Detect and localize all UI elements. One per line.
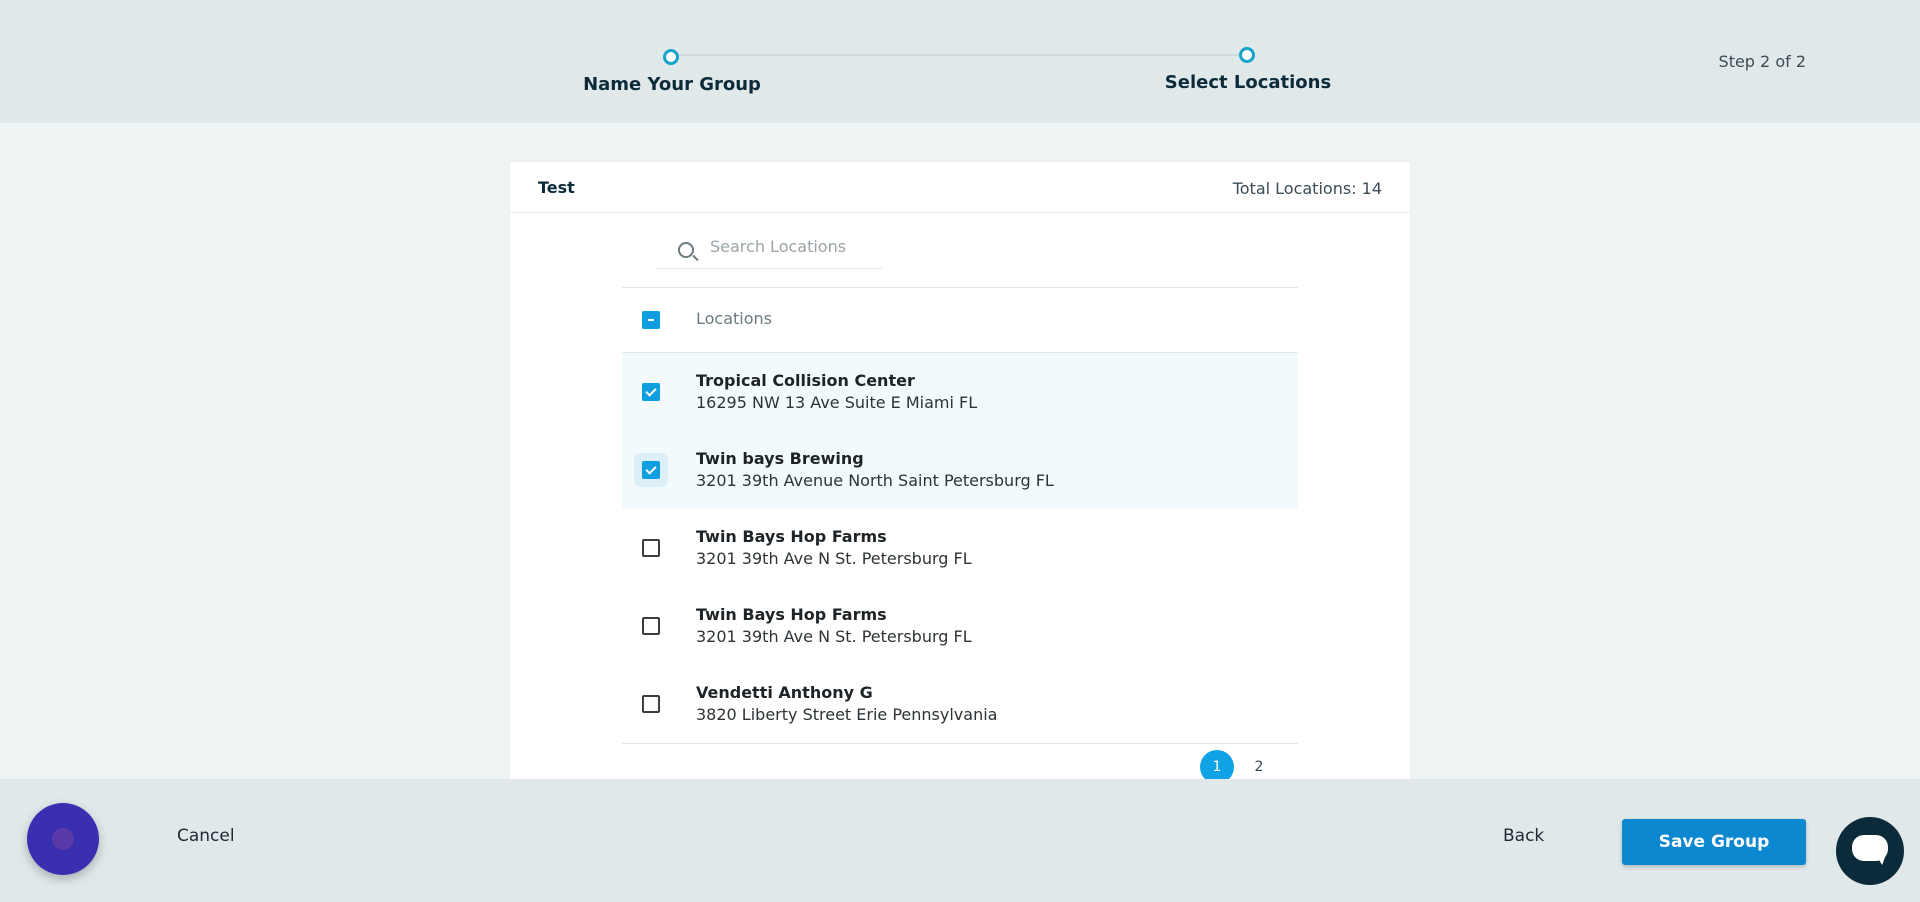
- row-checkbox[interactable]: [642, 383, 660, 401]
- group-name: Test: [538, 178, 575, 197]
- card-header: Test Total Locations: 14: [510, 162, 1410, 213]
- location-address: 3820 Liberty Street Erie Pennsylvania: [696, 705, 998, 724]
- table-row[interactable]: Twin bays Brewing 3201 39th Avenue North…: [622, 431, 1298, 509]
- location-address: 3201 39th Ave N St. Petersburg FL: [696, 549, 972, 568]
- row-checkbox[interactable]: [642, 695, 660, 713]
- table-row[interactable]: Twin Bays Hop Farms 3201 39th Ave N St. …: [622, 587, 1298, 665]
- total-locations: Total Locations: 14: [1232, 179, 1382, 198]
- table-row[interactable]: Twin Bays Hop Farms 3201 39th Ave N St. …: [622, 509, 1298, 587]
- location-address: 3201 39th Ave N St. Petersburg FL: [696, 627, 972, 646]
- row-checkbox[interactable]: [642, 461, 660, 479]
- location-name: Vendetti Anthony G: [696, 683, 873, 702]
- location-name: Tropical Collision Center: [696, 371, 915, 390]
- step-1-dot-icon[interactable]: [663, 49, 679, 65]
- locations-card: Test Total Locations: 14 Locations Tropi…: [510, 162, 1410, 779]
- row-checkbox[interactable]: [642, 539, 660, 557]
- save-group-button[interactable]: Save Group: [1622, 819, 1806, 865]
- wizard-header: Name Your Group Select Locations Step 2 …: [0, 0, 1920, 123]
- row-checkbox[interactable]: [642, 617, 660, 635]
- table-row[interactable]: Tropical Collision Center 16295 NW 13 Av…: [622, 353, 1298, 431]
- cancel-button[interactable]: Cancel: [177, 826, 235, 846]
- step-1-label[interactable]: Name Your Group: [583, 74, 761, 95]
- wizard-footer: Cancel Back Save Group: [0, 779, 1920, 902]
- search-input[interactable]: [708, 236, 882, 257]
- table-row[interactable]: Vendetti Anthony G 3820 Liberty Street E…: [622, 665, 1298, 743]
- stepper-track: [672, 54, 1247, 56]
- chat-launcher[interactable]: [1836, 817, 1904, 885]
- location-name: Twin bays Brewing: [696, 449, 864, 468]
- step-counter: Step 2 of 2: [1718, 52, 1806, 71]
- table-header: Locations: [622, 287, 1298, 353]
- location-name: Twin Bays Hop Farms: [696, 527, 887, 546]
- column-header-locations: Locations: [696, 309, 773, 328]
- chat-icon: [1852, 835, 1888, 861]
- location-name: Twin Bays Hop Farms: [696, 605, 887, 624]
- search-box[interactable]: [656, 230, 882, 269]
- location-address: 16295 NW 13 Ave Suite E Miami FL: [696, 393, 978, 412]
- locations-table: Locations Tropical Collision Center 1629…: [622, 287, 1298, 744]
- back-button[interactable]: Back: [1503, 826, 1544, 846]
- select-all-checkbox[interactable]: [642, 311, 660, 329]
- step-2-dot-icon[interactable]: [1239, 47, 1255, 63]
- assistant-launcher-icon[interactable]: [27, 803, 99, 875]
- location-address: 3201 39th Avenue North Saint Petersburg …: [696, 471, 1054, 490]
- step-2-label[interactable]: Select Locations: [1165, 72, 1331, 93]
- table-body: Tropical Collision Center 16295 NW 13 Av…: [622, 353, 1298, 744]
- search-icon: [678, 242, 694, 258]
